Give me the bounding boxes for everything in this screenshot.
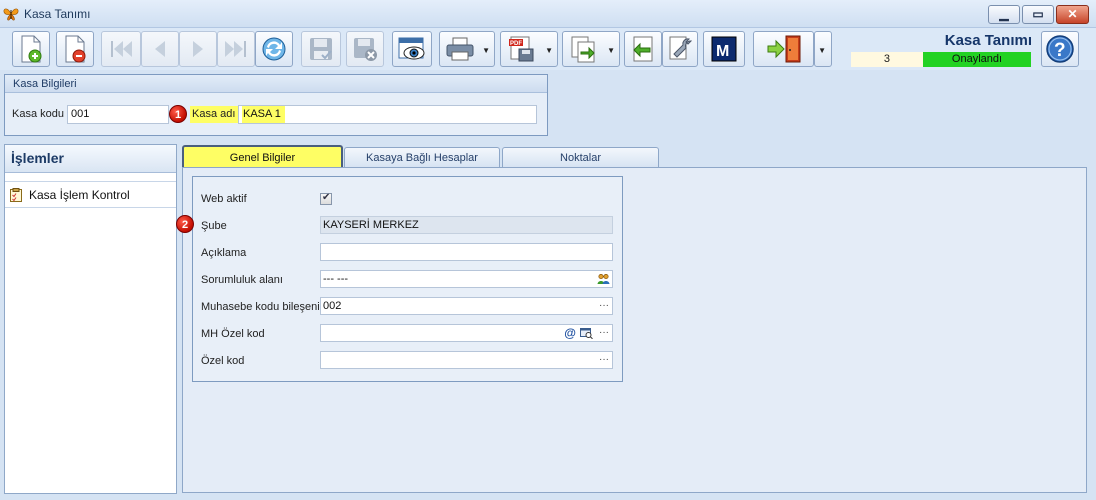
preview-icon xyxy=(398,37,425,60)
exit-dropdown-button[interactable]: ▼ xyxy=(814,31,832,67)
kasa-kodu-input[interactable]: 001 xyxy=(67,105,169,124)
card-search-icon[interactable] xyxy=(580,328,593,339)
import-icon xyxy=(633,36,653,62)
m-button[interactable]: M xyxy=(703,31,745,67)
chevron-down-icon[interactable]: ▼ xyxy=(545,46,553,55)
save-close-icon xyxy=(354,38,377,61)
tab-kasaya-bagli-hesaplar[interactable]: Kasaya Bağlı Hesaplar xyxy=(344,147,500,168)
muhasebe-kodu-field[interactable]: 002 ··· xyxy=(320,297,613,315)
group-title: Kasa Bilgileri xyxy=(5,75,547,93)
sorumluluk-label: Sorumluluk alanı xyxy=(201,274,283,286)
print-icon xyxy=(446,37,474,61)
copy-button[interactable]: ▼ xyxy=(562,31,620,67)
ellipsis-button[interactable]: ··· xyxy=(599,325,609,341)
previous-record-icon xyxy=(155,41,165,57)
list-item-label: Kasa İşlem Kontrol xyxy=(29,188,130,202)
copy-icon xyxy=(571,36,595,63)
divider xyxy=(5,173,176,182)
m-icon: M xyxy=(711,36,737,62)
tab-noktalar[interactable]: Noktalar xyxy=(502,147,659,168)
save-icon xyxy=(310,38,332,60)
users-icon[interactable] xyxy=(597,273,610,285)
sube-label: Şube xyxy=(201,220,227,232)
svg-text:M: M xyxy=(716,43,729,60)
ozel-kod-field[interactable]: ··· xyxy=(320,351,613,369)
help-icon: ? xyxy=(1046,35,1074,63)
settings-button[interactable] xyxy=(662,31,698,67)
chevron-down-icon[interactable]: ▼ xyxy=(482,46,490,55)
list-item-kasa-islem-kontrol[interactable]: Kasa İşlem Kontrol xyxy=(5,182,176,208)
last-record-button[interactable] xyxy=(217,31,255,67)
print-button[interactable]: ▼ xyxy=(439,31,495,67)
kasa-adi-value: KASA 1 xyxy=(242,106,285,123)
pdf-export-icon: PDF xyxy=(509,36,534,62)
checkmark-icon: ✔ xyxy=(322,192,331,203)
minimize-button[interactable]: ▁ xyxy=(988,5,1020,24)
muhasebe-kodu-label: Muhasebe kodu bileşeni xyxy=(201,301,320,313)
svg-text:PDF: PDF xyxy=(510,41,522,47)
ellipsis-button[interactable]: ··· xyxy=(599,298,609,314)
muhasebe-kodu-value: 002 xyxy=(323,300,342,312)
window-title: Kasa Tanımı xyxy=(24,7,91,21)
first-record-icon xyxy=(111,41,132,57)
previous-record-button[interactable] xyxy=(141,31,179,67)
chevron-down-icon[interactable]: ▼ xyxy=(607,46,615,55)
kasa-kodu-label: Kasa kodu xyxy=(12,108,64,120)
sube-field[interactable]: KAYSERİ MERKEZ xyxy=(320,216,613,234)
mh-ozel-kod-field[interactable]: @ ··· xyxy=(320,324,613,342)
svg-text:?: ? xyxy=(1054,40,1066,61)
next-record-icon xyxy=(193,41,203,57)
sorumluluk-value: --- --- xyxy=(323,273,349,285)
last-record-icon xyxy=(225,41,246,57)
status-badge: Onaylandı xyxy=(923,52,1031,67)
close-button[interactable]: ✕ xyxy=(1056,5,1089,24)
at-sign-icon[interactable]: @ xyxy=(564,325,576,341)
web-aktif-checkbox[interactable]: ✔ xyxy=(320,192,332,205)
close-icon: ✕ xyxy=(1067,7,1078,21)
chevron-down-icon: ▼ xyxy=(818,46,826,55)
help-button[interactable]: ? xyxy=(1041,31,1079,67)
pdf-export-button[interactable]: PDF ▼ xyxy=(500,31,558,67)
refresh-icon xyxy=(262,37,286,61)
first-record-button[interactable] xyxy=(101,31,141,67)
tab-genel-bilgiler[interactable]: Genel Bilgiler xyxy=(182,145,343,169)
refresh-button[interactable] xyxy=(255,31,293,67)
delete-button[interactable] xyxy=(56,31,94,67)
web-aktif-label: Web aktif xyxy=(201,193,247,205)
kasa-adi-label: Kasa adı xyxy=(190,106,239,123)
ellipsis-button[interactable]: ··· xyxy=(599,352,609,368)
preview-button[interactable] xyxy=(392,31,432,67)
save-close-button[interactable] xyxy=(346,31,384,67)
next-record-button[interactable] xyxy=(179,31,217,67)
aciklama-label: Açıklama xyxy=(201,247,247,259)
clipboard-checklist-icon xyxy=(10,188,22,202)
annotation-badge-2: 2 xyxy=(176,215,194,233)
butterfly-icon xyxy=(3,8,19,21)
import-button[interactable] xyxy=(624,31,662,67)
annotation-badge-1: 1 xyxy=(169,105,187,123)
save-button[interactable] xyxy=(301,31,341,67)
minimize-icon: ▁ xyxy=(999,7,1009,21)
delete-document-icon xyxy=(65,35,86,63)
islemler-panel: İşlemler Kasa İşlem Kontrol xyxy=(4,144,177,494)
sorumluluk-field[interactable]: --- --- xyxy=(320,270,613,288)
ozel-kod-label: Özel kod xyxy=(201,355,245,367)
kasa-adi-input[interactable]: KASA 1 xyxy=(238,105,537,124)
title-bar: Kasa Tanımı ▁ ▭ ✕ xyxy=(0,0,1096,28)
settings-wrench-icon xyxy=(669,36,693,60)
aciklama-field[interactable] xyxy=(320,243,613,261)
record-number: 3 xyxy=(851,52,923,67)
exit-button[interactable] xyxy=(753,31,814,67)
restore-icon: ▭ xyxy=(1032,7,1044,21)
exit-door-icon xyxy=(767,35,800,63)
mh-ozel-kod-label: MH Özel kod xyxy=(201,328,265,340)
form-title: Kasa Tanımı xyxy=(944,32,1032,49)
maximize-button[interactable]: ▭ xyxy=(1022,5,1054,24)
new-button[interactable] xyxy=(12,31,50,67)
new-document-icon xyxy=(21,35,42,63)
islemler-title: İşlemler xyxy=(5,145,176,173)
